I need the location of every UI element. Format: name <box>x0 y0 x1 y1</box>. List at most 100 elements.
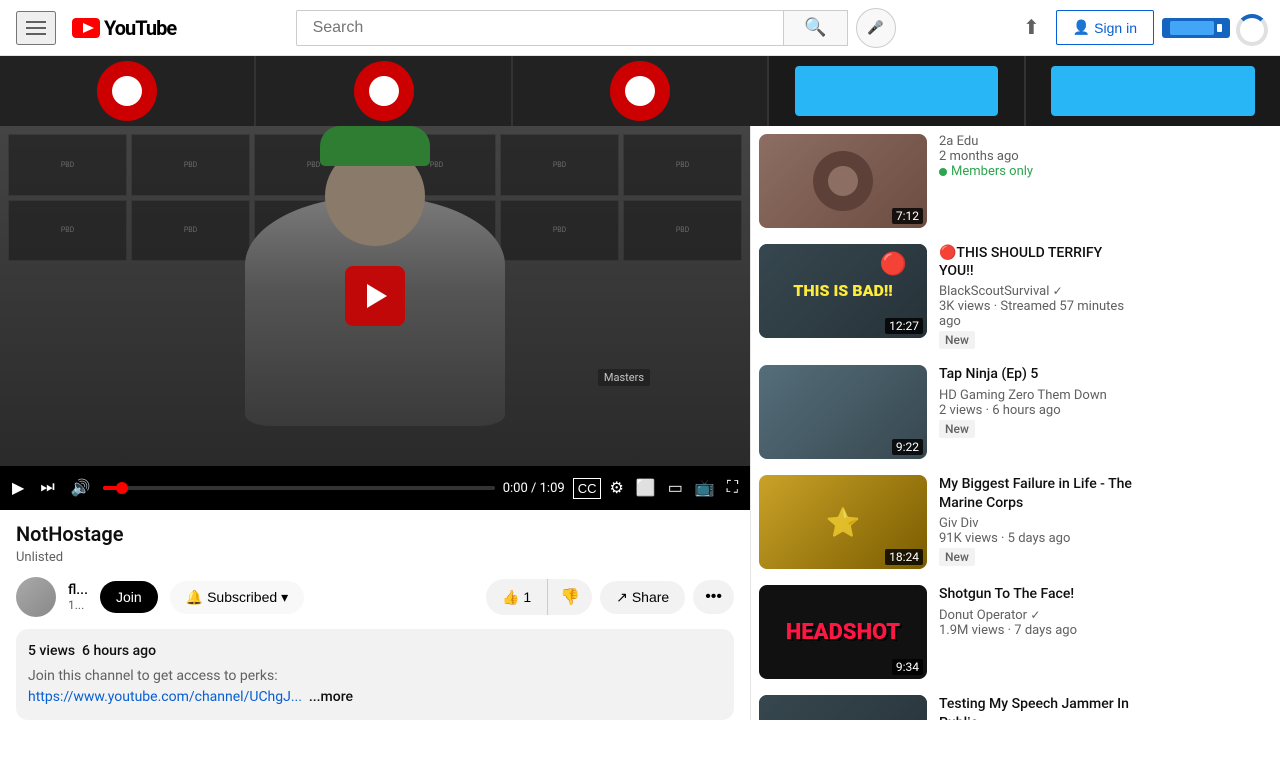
subscribe-button[interactable]: 🔔 Subscribed ▾ <box>170 581 305 614</box>
head <box>325 146 425 246</box>
search-button[interactable]: 🔍 <box>783 11 846 45</box>
person-icon: 👤 <box>1073 19 1090 36</box>
sidebar-title-2: Tap Ninja (Ep) 5 <box>939 365 1140 383</box>
desc-stats: 5 views 6 hours ago <box>28 641 722 662</box>
settings-button[interactable]: ⚙ <box>605 474 627 502</box>
play-pause-button[interactable]: ▶ <box>8 474 28 502</box>
headshot-text-label: HEADSHOT <box>782 616 904 649</box>
thumb-inner-0 <box>828 166 858 196</box>
shelf-item-3[interactable] <box>513 56 769 126</box>
search-container: 🔍 🎤 <box>296 8 896 48</box>
sidebar-item-5[interactable]: THIS SONIC WEAPON MAKES IT IMPOSSIBLE TO… <box>759 687 1144 720</box>
signin-button[interactable]: 👤 Sign in <box>1056 10 1154 45</box>
cc-button[interactable]: CC <box>573 478 602 499</box>
chevron-down-icon: ▾ <box>281 589 288 606</box>
new-badge-2: New <box>939 420 975 438</box>
sidebar-channel-3: Giv Div <box>939 516 1140 531</box>
sidebar-item-0[interactable]: 7:12 2a Edu 2 months ago Members only <box>759 126 1144 236</box>
sidebar-channel-1: BlackScoutSurvival ✓ <box>939 284 1140 299</box>
menu-button[interactable] <box>16 11 56 45</box>
sidebar-thumb-1: THIS IS BAD!! 🔴 12:27 <box>759 244 927 338</box>
search-box: 🔍 <box>296 10 848 46</box>
sidebar-info-0: 2a Edu 2 months ago Members only <box>935 134 1144 228</box>
sidebar-item-2[interactable]: 9:22 Tap Ninja (Ep) 5 HD Gaming Zero The… <box>759 357 1144 467</box>
progress-dot <box>116 482 128 494</box>
top-shelf <box>0 56 1280 126</box>
youtube-logo[interactable]: YouTube <box>72 16 176 40</box>
next-button[interactable]: ⏭ <box>36 475 58 501</box>
search-icon: 🔍 <box>804 17 826 38</box>
sidebar-item-4[interactable]: HEADSHOT 9:34 Shotgun To The Face! Donut… <box>759 577 1144 687</box>
thumb-icon-0 <box>813 151 873 211</box>
sidebar-info-2: Tap Ninja (Ep) 5 HD Gaming Zero Them Dow… <box>935 365 1144 459</box>
more-options-button[interactable]: ••• <box>693 580 734 614</box>
loading-spinner <box>1236 14 1264 42</box>
search-input[interactable] <box>297 11 784 45</box>
bell-icon: 🔔 <box>186 589 203 606</box>
sidebar-channel-2: HD Gaming Zero Them Down <box>939 388 1140 403</box>
sidebar-item-1[interactable]: THIS IS BAD!! 🔴 12:27 🔴THIS SHOULD TERRI… <box>759 236 1144 357</box>
shelf-item-4[interactable] <box>769 56 1025 126</box>
sidebar-title-3: My Biggest Failure in Life - The Marine … <box>939 475 1140 511</box>
join-button[interactable]: Join <box>100 581 158 613</box>
sidebar-title-1: 🔴THIS SHOULD TERRIFY YOU!! <box>939 244 1140 280</box>
progress-bar[interactable] <box>103 486 495 490</box>
shelf-icon-red-2 <box>354 61 414 121</box>
action-buttons: 👍 1 👎 ↗ Share ••• <box>486 579 734 615</box>
video-controls-right: CC ⚙ ⬜ ▭ 📺 ⛶ <box>573 474 742 502</box>
sidebar-thumb-4: HEADSHOT 9:34 <box>759 585 927 679</box>
sidebar-thumb-2: 9:22 <box>759 365 927 459</box>
upload-button[interactable]: ⬆ <box>1015 7 1048 48</box>
watermark: Masters <box>598 369 650 386</box>
video-description[interactable]: 5 views 6 hours ago Join this channel to… <box>16 629 734 720</box>
channel-link[interactable]: https://www.youtube.com/channel/UChgJ... <box>28 689 302 705</box>
channel-row: fl... 1... Join 🔔 Subscribed ▾ 👍 1 <box>16 577 734 617</box>
share-button[interactable]: ↗ Share <box>600 581 685 614</box>
military-icon: ⭐ <box>826 506 861 539</box>
theater-button[interactable]: ▭ <box>664 474 687 502</box>
more-button[interactable]: ...more <box>309 689 353 705</box>
battery-widget <box>1162 18 1230 38</box>
sidebar-duration-1: 12:27 <box>885 318 923 334</box>
sidebar-thumb-0: 7:12 <box>759 134 927 228</box>
sidebar-thumb-3: ⭐ 18:24 <box>759 475 927 569</box>
video-controls: ▶ ⏭ 🔊 0:00 / 1:09 CC ⚙ ⬜ ▭ 📺 ⛶ <box>0 466 750 510</box>
sidebar-info-4: Shotgun To The Face! Donut Operator ✓ 1.… <box>935 585 1144 679</box>
video-tag: Unlisted <box>16 550 734 565</box>
channel-avatar[interactable] <box>16 577 56 617</box>
video-thumbnail[interactable]: PBD PBD PBD PBD PBD PBD PBD PBD PBD PBD … <box>0 126 750 466</box>
desc-text: Join this channel to get access to perks… <box>28 666 722 708</box>
shelf-device-1 <box>795 66 999 116</box>
fullscreen-button[interactable]: ⛶ <box>723 475 742 501</box>
voice-search-button[interactable]: 🎤 <box>856 8 896 48</box>
subscriber-count: 1... <box>68 598 88 612</box>
video-frame: PBD PBD PBD PBD PBD PBD PBD PBD PBD PBD … <box>0 126 750 466</box>
sidebar-item-3[interactable]: ⭐ 18:24 My Biggest Failure in Life - The… <box>759 467 1144 577</box>
volume-button[interactable]: 🔊 <box>67 474 95 502</box>
play-button-center[interactable] <box>345 266 405 326</box>
header: YouTube 🔍 🎤 ⬆ 👤 Sign in <box>0 0 1280 56</box>
status-indicator <box>1162 14 1264 42</box>
sidebar-title-4: Shotgun To The Face! <box>939 585 1140 603</box>
video-section: PBD PBD PBD PBD PBD PBD PBD PBD PBD PBD … <box>0 126 750 720</box>
hat <box>320 126 430 166</box>
sidebar-duration-3: 18:24 <box>885 549 923 565</box>
avatar-image <box>16 577 56 617</box>
thumbs-up-icon: 👍 <box>502 589 519 606</box>
new-badge-3: New <box>939 548 975 566</box>
cast-button[interactable]: 📺 <box>691 474 719 502</box>
like-button[interactable]: 👍 1 <box>486 579 547 615</box>
like-dislike-group: 👍 1 👎 <box>486 579 592 615</box>
dislike-button[interactable]: 👎 <box>547 579 592 615</box>
shelf-item-1[interactable] <box>0 56 256 126</box>
play-triangle-icon <box>367 284 387 308</box>
video-info: NotHostage Unlisted fl... 1... Join 🔔 Su… <box>0 510 750 720</box>
time-display: 0:00 / 1:09 <box>503 481 565 496</box>
sidebar: 7:12 2a Edu 2 months ago Members only TH… <box>750 126 1152 720</box>
shelf-item-2[interactable] <box>256 56 512 126</box>
miniplayer-button[interactable]: ⬜ <box>632 474 660 502</box>
sidebar-meta-3: 91K views · 5 days ago <box>939 531 1140 546</box>
battery-bar <box>1170 21 1214 35</box>
shelf-item-5[interactable] <box>1026 56 1280 126</box>
channel-name[interactable]: fl... <box>68 582 88 598</box>
